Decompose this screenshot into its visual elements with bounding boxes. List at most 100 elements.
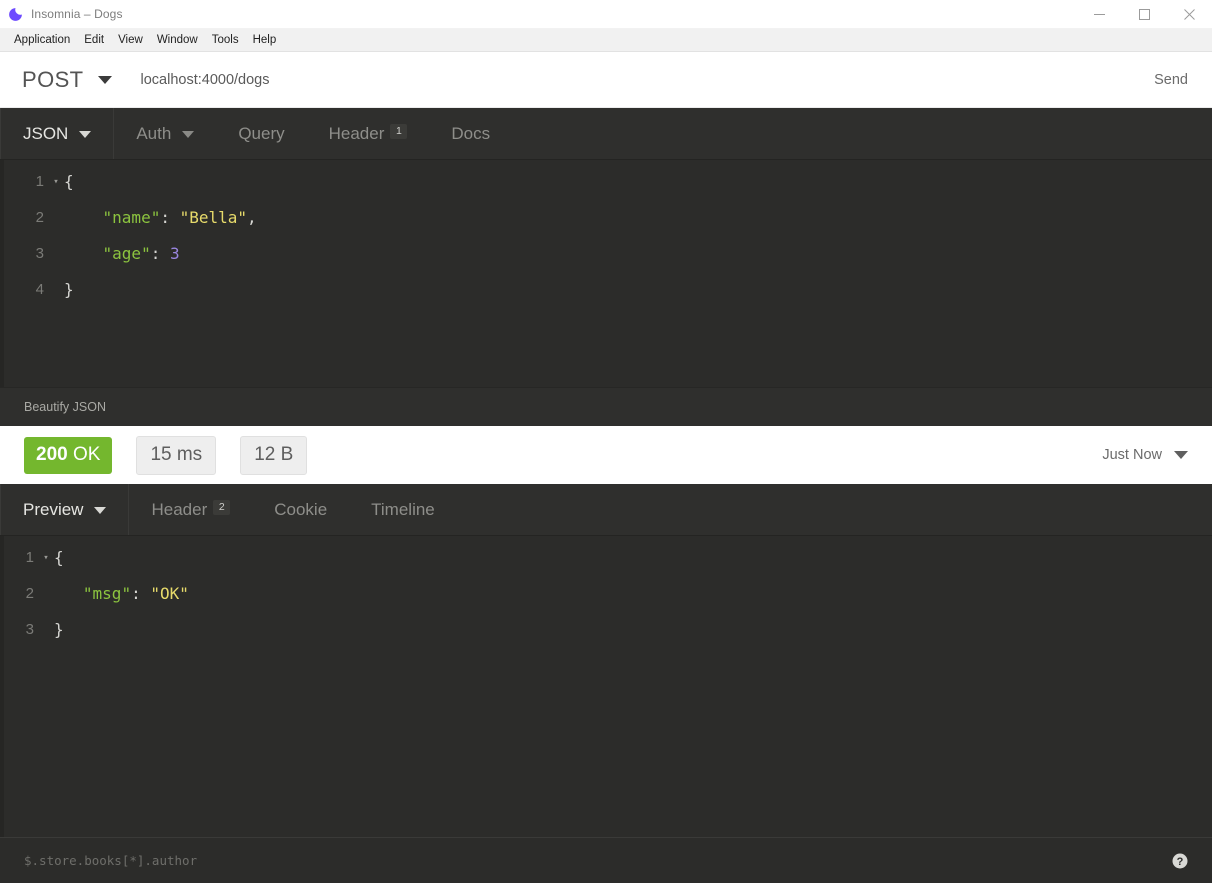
response-history-dropdown[interactable]: Just Now [1102, 447, 1212, 463]
line-number: 3 [35, 245, 44, 262]
tab-response-header-badge: 2 [213, 500, 231, 515]
line-number: 4 [35, 281, 44, 298]
token: "OK" [150, 584, 189, 603]
chevron-down-icon [97, 75, 112, 84]
tab-response-timeline[interactable]: Timeline [349, 484, 457, 536]
response-filter-bar: $.store.books[*].author ? [0, 837, 1212, 883]
window-controls [1077, 0, 1212, 28]
status-badge[interactable]: 200 OK [24, 436, 113, 474]
request-body-editor[interactable]: 1 ▾ { 2 "name": "Bella", 3 "age": 3 4 } [0, 160, 1212, 387]
viewer-left-edge [0, 536, 4, 837]
code-line: 3 "age": 3 [0, 236, 1212, 272]
token: { [54, 548, 64, 567]
token: : [160, 208, 180, 227]
chevron-down-icon [1174, 451, 1188, 459]
insomnia-logo-icon [7, 6, 23, 22]
tab-request-query-label: Query [238, 124, 285, 143]
insomnia-window: Insomnia – Dogs Application Edit View Wi… [0, 0, 1212, 883]
url-input[interactable]: localhost:4000/dogs [141, 72, 1155, 88]
minimize-icon[interactable] [1077, 0, 1122, 28]
tab-request-json[interactable]: JSON [0, 108, 115, 160]
fold-toggle-icon[interactable]: ▾ [38, 540, 54, 576]
status-text: OK [72, 443, 101, 465]
token: , [247, 208, 257, 227]
line-number: 2 [25, 585, 34, 602]
line-number: 1 [25, 549, 34, 566]
send-button[interactable]: Send [1154, 72, 1212, 88]
tab-response-cookie-label: Cookie [274, 500, 328, 519]
token: "age" [102, 244, 151, 263]
chevron-down-icon [94, 506, 107, 514]
tab-request-docs-label: Docs [451, 124, 491, 143]
tab-request-auth[interactable]: Auth [114, 108, 216, 160]
beautify-json-button[interactable]: Beautify JSON [0, 400, 106, 414]
menu-item-help[interactable]: Help [246, 32, 284, 49]
tab-request-header-badge: 1 [390, 124, 408, 139]
editor-left-edge [0, 160, 4, 387]
response-time-badge[interactable]: 15 ms [136, 435, 217, 475]
chevron-down-icon [182, 130, 195, 138]
code-content: "age": 3 [64, 236, 180, 272]
code-content: } [54, 612, 64, 648]
svg-text:?: ? [1177, 855, 1184, 867]
tab-request-header[interactable]: Header 1 [307, 108, 430, 160]
tab-response-header-label: Header [151, 500, 208, 519]
token: { [64, 172, 74, 191]
method-selector[interactable]: POST [0, 67, 112, 93]
close-icon[interactable] [1167, 0, 1212, 28]
token: "Bella" [179, 208, 248, 227]
tab-response-preview[interactable]: Preview [0, 484, 130, 536]
menu-item-edit[interactable]: Edit [77, 32, 111, 49]
token: : [150, 244, 170, 263]
tab-request-auth-label: Auth [136, 124, 172, 143]
code-line: 2 "msg": "OK" [0, 576, 1212, 612]
menu-item-application[interactable]: Application [7, 32, 77, 49]
tab-response-header[interactable]: Header 2 [129, 484, 252, 536]
question-mark-circle-icon[interactable]: ? [1172, 853, 1188, 869]
window-title: Insomnia – Dogs [31, 7, 123, 21]
code-line: 4 } [0, 272, 1212, 308]
menu-item-view[interactable]: View [111, 32, 150, 49]
code-content: "name": "Bella", [64, 200, 257, 236]
tab-response-cookie[interactable]: Cookie [252, 484, 349, 536]
menu-item-window[interactable]: Window [150, 32, 205, 49]
token: "name" [102, 208, 161, 227]
code-content: { [54, 540, 64, 576]
token: : [131, 584, 151, 603]
code-line: 3 } [0, 612, 1212, 648]
json-filter-input[interactable]: $.store.books[*].author [0, 853, 1172, 868]
method-label: POST [22, 66, 84, 92]
response-body-viewer[interactable]: 1 ▾ { 2 "msg": "OK" 3 } [0, 536, 1212, 837]
token: "msg" [82, 584, 132, 603]
request-tab-bar: JSON Auth Query Header 1 Docs [0, 108, 1212, 160]
line-number: 2 [35, 209, 44, 226]
code-line: 1 ▾ { [0, 164, 1212, 200]
status-code: 200 [36, 443, 68, 465]
response-tab-bar: Preview Header 2 Cookie Timeline [0, 484, 1212, 536]
token: 3 [169, 244, 180, 263]
url-bar: POST localhost:4000/dogs Send [0, 52, 1212, 108]
tab-request-header-label: Header [328, 124, 385, 143]
code-line: 2 "name": "Bella", [0, 200, 1212, 236]
response-timestamp-label: Just Now [1102, 447, 1162, 463]
code-line: 1 ▾ { [0, 540, 1212, 576]
line-number: 3 [25, 621, 34, 638]
response-status-bar: 200 OK 15 ms 12 B Just Now [0, 426, 1212, 484]
menu-item-tools[interactable]: Tools [205, 32, 246, 49]
tab-request-docs[interactable]: Docs [429, 108, 512, 160]
menu-bar: Application Edit View Window Tools Help [0, 29, 1212, 52]
title-bar: Insomnia – Dogs [0, 0, 1212, 29]
tab-response-preview-label: Preview [23, 500, 84, 519]
code-content: "msg": "OK" [54, 576, 189, 612]
tab-response-timeline-label: Timeline [371, 500, 435, 519]
request-editor-footer: Beautify JSON [0, 387, 1212, 426]
response-size-badge[interactable]: 12 B [240, 435, 308, 475]
code-content: { [64, 164, 74, 200]
fold-toggle-icon[interactable]: ▾ [48, 164, 64, 200]
line-number: 1 [35, 173, 44, 190]
maximize-icon[interactable] [1122, 0, 1167, 28]
tab-request-query[interactable]: Query [216, 108, 306, 160]
token: } [64, 280, 74, 299]
